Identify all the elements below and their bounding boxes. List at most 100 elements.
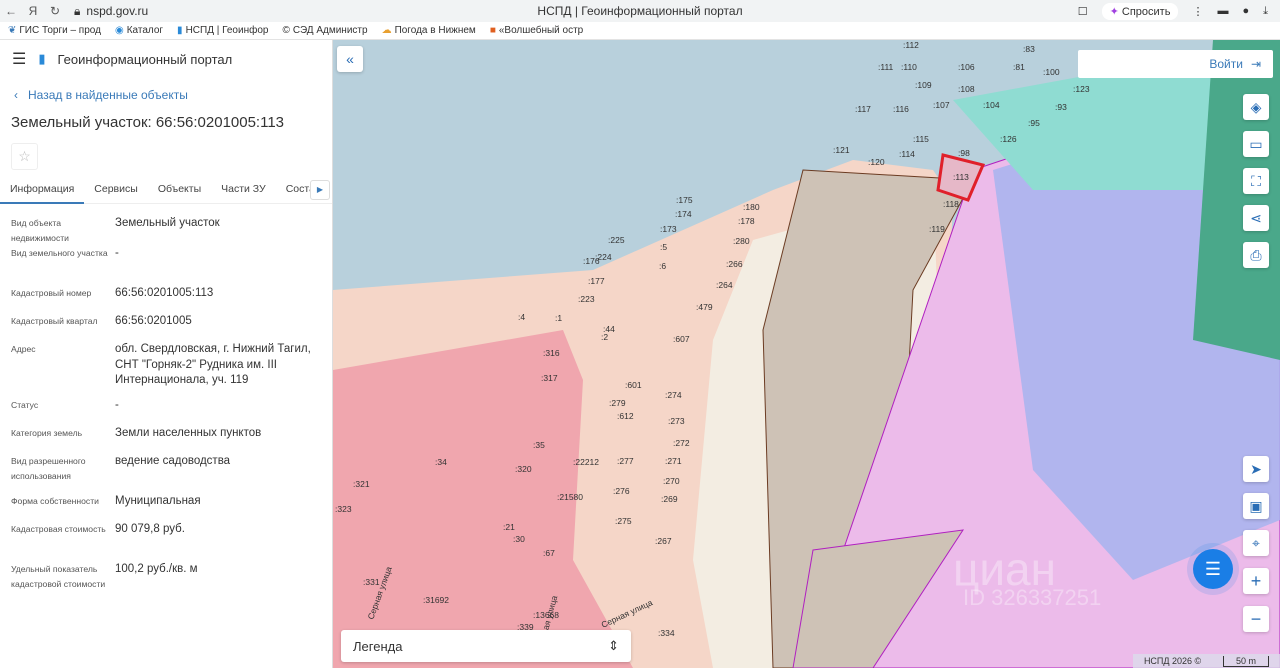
field-value: - — [115, 399, 119, 411]
search-location-icon[interactable]: ⌖ — [1243, 530, 1269, 556]
credit-text: НСПД 2026 © — [1143, 656, 1202, 666]
bookmark-item[interactable]: ◉ Каталог — [115, 25, 163, 36]
bookmarks-bar: ❦ ГИС Торги – прод ◉ Каталог ▮ НСПД | Геоин… — [0, 22, 1280, 40]
tabs-scroll-right-button[interactable]: ▶ — [310, 180, 330, 200]
parcel-label: :93 — [1055, 102, 1067, 112]
back-label: Назад в найденные объекты — [28, 88, 188, 102]
ruler-icon[interactable]: ▭ — [1243, 131, 1269, 157]
profile-icon[interactable]: ● — [1242, 5, 1249, 17]
back-nav-icon[interactable]: ← — [0, 4, 22, 18]
download-icon[interactable]: ⤓ — [1263, 5, 1268, 18]
parcel-label: :280 — [733, 236, 750, 246]
watermark-id: ID 326337251 — [963, 585, 1101, 610]
bookmark-item[interactable]: ❦ ГИС Торги – прод — [8, 25, 101, 36]
zoom-out-button[interactable]: − — [1243, 606, 1269, 632]
map[interactable]: :113:118:119:98:114:115:120:121:126:95:9… — [333, 40, 1280, 668]
parcel-label: :4 — [518, 312, 525, 322]
field-value: Земельный участок — [115, 217, 220, 229]
parcel-label: :273 — [668, 416, 685, 426]
parcel-label: :274 — [665, 390, 682, 400]
field-label: Кадастровая стоимость — [11, 524, 106, 534]
parcel-label: :81 — [1013, 62, 1025, 72]
field-value: 66:56:0201005:113 — [115, 287, 214, 299]
lock-icon: 🔒︎ — [74, 3, 81, 18]
address-bar[interactable]: 🔒︎ nspd.gov.ru — [74, 4, 148, 19]
parcel-label: :612 — [617, 411, 634, 421]
menu-icon[interactable]: ⋮ — [1192, 5, 1203, 18]
bookmark-item[interactable]: © СЭД Администр — [282, 25, 367, 36]
parcel-label: :98 — [958, 148, 970, 158]
bookmark-item[interactable]: ▮ НСПД | Геоинфор — [177, 25, 268, 36]
share-icon[interactable]: ⋖ — [1243, 205, 1269, 231]
extension-icon[interactable]: ▬ — [1217, 5, 1228, 17]
parcel-label: :224 — [595, 252, 612, 262]
bookmark-item[interactable]: ■ «Волшебный остр — [490, 25, 583, 36]
layers-icon[interactable]: ◈ — [1243, 94, 1269, 120]
parcel-label: :177 — [588, 276, 605, 286]
parcel-label: :67 — [543, 548, 555, 558]
login-label: Войти — [1209, 57, 1243, 71]
parcel-label: :109 — [915, 80, 932, 90]
parcel-label: :334 — [658, 628, 675, 638]
geolocation-icon[interactable]: ➤ — [1243, 456, 1269, 482]
parcel-label: :117 — [855, 104, 871, 114]
info-row: Статус - — [0, 398, 332, 426]
parcel-label: :320 — [515, 464, 532, 474]
legend-dropdown[interactable]: Легенда ⇕ — [341, 630, 631, 662]
parcel-label: :35 — [533, 440, 545, 450]
favorite-star-button[interactable]: ☆ — [11, 143, 38, 170]
url-text: nspd.gov.ru — [86, 4, 149, 18]
select-area-icon[interactable]: ⛶ — [1243, 168, 1269, 194]
tab-parts[interactable]: Части ЗУ — [211, 178, 276, 204]
parcel-label: :276 — [613, 486, 630, 496]
map-canvas[interactable]: :113:118:119:98:114:115:120:121:126:95:9… — [333, 40, 1280, 668]
bookmark-icon[interactable]: ☐ — [1078, 5, 1088, 18]
tab-services[interactable]: Сервисы — [84, 178, 148, 204]
parcel-label: :2 — [601, 332, 608, 342]
parcel-label: :113 — [953, 172, 969, 182]
tab-info[interactable]: Информация — [0, 178, 85, 204]
parcel-label: :83 — [1023, 44, 1035, 54]
parcel-label: :110 — [901, 62, 917, 72]
chevron-updown-icon: ⇕ — [608, 638, 619, 653]
parcel-label: :270 — [663, 476, 680, 486]
parcel-label: :31692 — [423, 595, 449, 605]
parcel-label: :275 — [615, 516, 632, 526]
chat-button[interactable]: ☰ — [1193, 549, 1233, 589]
minimap-icon[interactable]: ▣ — [1243, 493, 1269, 519]
collapse-panel-button[interactable]: « — [337, 46, 363, 72]
parcel-label: :175 — [676, 195, 693, 205]
parcel-label: :223 — [578, 294, 595, 304]
bookmark-item[interactable]: ☁ Погода в Нижнем — [382, 25, 476, 36]
info-row: Кадастровый номер 66:56:0201005:113 — [0, 286, 332, 314]
hamburger-menu-icon[interactable]: ☰ — [12, 49, 26, 69]
parcel-label: :119 — [929, 224, 945, 234]
info-row: Кадастровая стоимость 90 079,8 руб. — [0, 522, 332, 562]
parcel-label: :116 — [893, 104, 909, 114]
print-icon[interactable]: ⎙ — [1243, 242, 1269, 268]
field-value: ведение садоводства — [115, 455, 231, 467]
yandex-icon[interactable]: Я — [22, 4, 44, 18]
parcel-label: :266 — [726, 259, 743, 269]
info-row: Категория земель Земли населенных пунктов — [0, 426, 332, 454]
parcel-label: :21 — [503, 522, 515, 532]
parcel-label: :5 — [660, 242, 667, 252]
parcel-label: :126 — [1000, 134, 1017, 144]
info-row: Вид объекта недвижимости Земельный участо… — [0, 216, 332, 246]
parcel-label: :6 — [659, 261, 666, 271]
zoom-in-button[interactable]: + — [1243, 568, 1269, 594]
map-credit: НСПД 2026 © 50 m — [1133, 654, 1280, 668]
back-to-results-link[interactable]: ‹ Назад в найденные объекты — [14, 88, 332, 102]
parcel-label: :272 — [673, 438, 690, 448]
parcel-label: :178 — [738, 216, 755, 226]
parcel-label: :316 — [543, 348, 560, 358]
info-row: Адрес обл. Свердловская, г. Нижний Тагил,… — [0, 342, 332, 398]
info-row: Кадастровый квартал 66:56:0201005 — [0, 314, 332, 342]
login-button[interactable]: Войти ⇥ — [1078, 50, 1273, 78]
parcel-label: :267 — [655, 536, 672, 546]
reload-icon[interactable]: ↻ — [44, 4, 66, 18]
ask-button[interactable]: ✦ Спросить — [1101, 2, 1179, 20]
tab-objects[interactable]: Объекты — [148, 178, 211, 204]
field-value: - — [115, 247, 119, 259]
browser-toolbar: ← Я ↻ 🔒︎ nspd.gov.ru НСПД | Геоинформацио… — [0, 0, 1280, 22]
